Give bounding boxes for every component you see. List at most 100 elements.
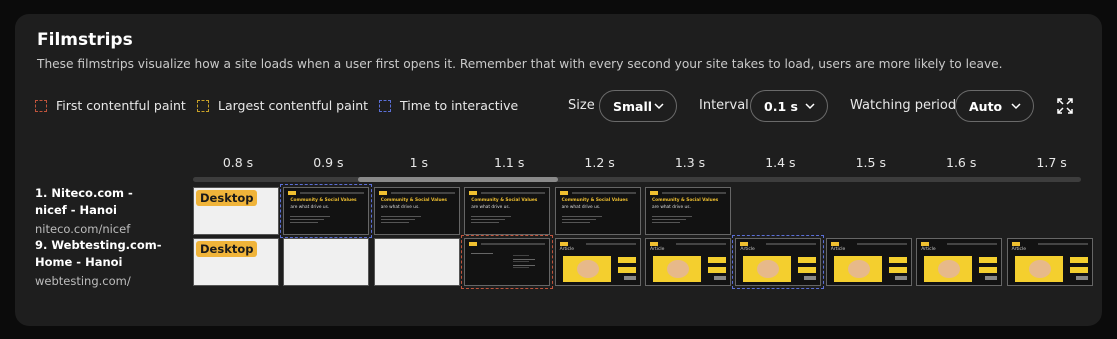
legend-first-contentful-paint: First contentful paint xyxy=(35,98,186,113)
frame-subline: are what drive us. xyxy=(561,205,601,210)
side-card xyxy=(798,267,817,273)
mini-nav xyxy=(300,192,365,194)
site-logo-icon xyxy=(469,191,478,195)
timeline-tick: 0.8 s xyxy=(222,155,254,170)
filmstrip-frame[interactable]: Desktop xyxy=(193,238,279,286)
side-card xyxy=(979,267,998,273)
frame-subline: are what drive us. xyxy=(471,205,510,210)
frame-label: Article xyxy=(1011,247,1027,252)
mini-text-line xyxy=(513,267,530,268)
size-select[interactable]: Small xyxy=(599,90,677,122)
frame-headline: Community & Social Values xyxy=(561,198,628,203)
filmstrip-frame[interactable]: Article xyxy=(825,238,912,286)
mini-text-line xyxy=(561,219,596,220)
device-badge: Desktop xyxy=(196,241,258,257)
side-card xyxy=(1075,276,1088,280)
expand-icon[interactable] xyxy=(1057,98,1073,114)
filmstrip-frame[interactable]: Community & Social Values are what drive … xyxy=(645,187,731,235)
mini-nav xyxy=(481,192,546,194)
filmstrip-frame[interactable]: Article xyxy=(916,238,1003,286)
filmstrip-frame[interactable]: Article xyxy=(645,238,731,286)
filmstrip-frame[interactable]: Article xyxy=(554,238,641,286)
scrollbar-thumb[interactable] xyxy=(358,177,558,182)
mini-text-line xyxy=(471,253,494,254)
site-name: 1. Niteco.com - nicef - Hanoi xyxy=(35,186,133,217)
mini-nav xyxy=(676,243,726,245)
lcp-swatch-icon xyxy=(197,99,209,112)
chevron-down-icon xyxy=(1011,103,1021,110)
side-card xyxy=(617,257,636,263)
side-card xyxy=(1069,267,1088,273)
legend-time-to-interactive: Time to interactive xyxy=(379,98,518,113)
mini-text-line xyxy=(513,261,530,262)
legend-largest-contentful-paint: Largest contentful paint xyxy=(197,98,368,113)
tti-swatch-icon xyxy=(379,99,391,112)
side-card xyxy=(985,276,998,280)
mini-text-line xyxy=(380,216,421,217)
frame-headline: Community & Social Values xyxy=(290,198,357,203)
filmstrip-frame[interactable]: Desktop xyxy=(193,187,279,235)
site-logo-icon xyxy=(650,191,658,195)
side-card xyxy=(979,257,998,263)
mini-text-line xyxy=(290,216,331,217)
frame-label: Article xyxy=(740,247,755,252)
site-logo-icon xyxy=(830,242,839,246)
mini-text-line xyxy=(652,219,686,220)
mini-nav xyxy=(390,192,455,194)
side-card xyxy=(708,257,726,263)
filmstrip-frame[interactable]: Article xyxy=(1006,238,1093,286)
mini-text-line xyxy=(561,216,602,217)
mini-text-line xyxy=(290,219,325,220)
filmstrips-panel: Filmstrips These filmstrips visualize ho… xyxy=(15,14,1102,326)
mini-nav xyxy=(947,243,998,245)
site-url: niteco.com/nicef xyxy=(35,222,131,236)
frame-label: Article xyxy=(921,247,936,252)
timeline-tick: 1.6 s xyxy=(946,155,977,170)
hero-image xyxy=(562,256,611,282)
timeline-tick: 1.2 s xyxy=(584,155,615,170)
mini-nav xyxy=(856,243,907,245)
frame-headline: Community & Social Values xyxy=(380,198,447,203)
filmstrip-frame[interactable] xyxy=(283,238,370,286)
filmstrip-frame[interactable]: Community & Social Values are what drive … xyxy=(464,187,551,235)
side-card xyxy=(888,267,907,273)
mini-text-line xyxy=(513,255,530,256)
side-card xyxy=(798,257,817,263)
side-card xyxy=(714,276,726,280)
side-card xyxy=(888,257,907,263)
filmstrip-frame[interactable] xyxy=(461,235,554,289)
site-logo-icon xyxy=(378,191,387,195)
site-url: webtesting.com/ xyxy=(35,274,131,288)
site-logo-icon xyxy=(559,191,568,195)
section-description: These filmstrips visualize how a site lo… xyxy=(37,57,1003,71)
frame-subline: are what drive us. xyxy=(652,205,691,210)
interval-label: Interval xyxy=(699,98,749,113)
hero-image xyxy=(1014,256,1063,282)
mini-nav xyxy=(662,192,726,194)
timeline-tick: 1 s xyxy=(409,155,429,170)
mini-nav xyxy=(585,243,636,245)
site-logo-icon xyxy=(740,242,749,246)
horizontal-scrollbar[interactable] xyxy=(193,177,1081,182)
filmstrip-frame[interactable] xyxy=(373,238,460,286)
hero-image xyxy=(653,256,701,282)
site-logo-icon xyxy=(650,242,658,246)
timeline-tick: 0.9 s xyxy=(313,155,344,170)
filmstrip-frame[interactable]: Community & Social Values are what drive … xyxy=(280,184,373,238)
filmstrip-frame[interactable]: Community & Social Values are what drive … xyxy=(554,187,641,235)
watching-period-select[interactable]: Auto xyxy=(955,90,1034,122)
filmstrip-frame[interactable]: Article xyxy=(732,235,825,289)
mini-text-line xyxy=(513,265,536,266)
site-name: 9. Webtesting.com- Home - Hanoi xyxy=(35,238,162,269)
filmstrip-frame[interactable]: Community & Social Values are what drive … xyxy=(373,187,460,235)
mini-text-line xyxy=(471,219,506,220)
hero-image xyxy=(924,256,973,282)
frame-label: Article xyxy=(650,247,665,252)
watching-period-label: Watching period xyxy=(850,98,957,113)
interval-select[interactable]: 0.1 s xyxy=(750,90,828,122)
mini-text-line xyxy=(471,216,512,217)
fcp-swatch-icon xyxy=(35,99,47,112)
mini-text-line xyxy=(290,222,319,223)
timeline-tick: 1.7 s xyxy=(1036,155,1067,170)
mini-text-line xyxy=(652,216,692,217)
